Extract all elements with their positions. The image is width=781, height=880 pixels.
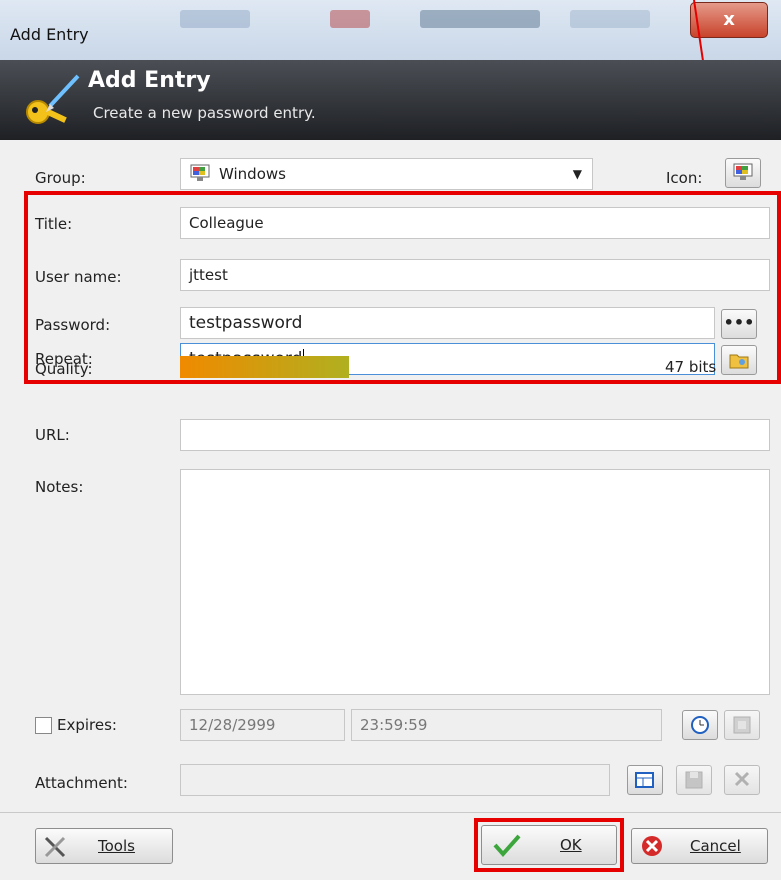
checkmark-icon (493, 834, 521, 858)
ok-label: OK (560, 836, 582, 854)
clock-icon (691, 716, 709, 734)
header-banner: Add Entry Create a new password entry. (0, 60, 781, 140)
key-pen-icon (26, 74, 80, 124)
group-select[interactable]: Windows ▼ (180, 158, 593, 190)
tools-icon (44, 836, 66, 858)
header-subtitle: Create a new password entry. (93, 104, 316, 122)
title-label: Title: (35, 215, 73, 233)
expires-presets-button[interactable] (682, 710, 718, 740)
password-generator-button[interactable] (721, 345, 757, 375)
expires-time-input[interactable]: 23:59:59 (351, 709, 662, 741)
monitor-icon (189, 163, 213, 193)
password-input[interactable]: testpassword (180, 307, 715, 339)
title-input[interactable]: Colleague (180, 207, 770, 239)
attachment-label: Attachment: (35, 774, 128, 792)
notes-label: Notes: (35, 478, 84, 496)
quality-bar (180, 356, 349, 378)
attachment-input[interactable] (180, 764, 610, 796)
group-value: Windows (219, 165, 286, 183)
password-label: Password: (35, 316, 111, 334)
url-input[interactable] (180, 419, 770, 451)
expires-checkbox[interactable] (35, 717, 52, 734)
toggle-password-button[interactable]: ••• (721, 309, 757, 339)
folder-key-icon (729, 354, 749, 369)
remove-icon (734, 771, 750, 787)
save-attachment-button[interactable] (676, 765, 712, 795)
notes-textarea[interactable] (180, 469, 770, 695)
header-title: Add Entry (88, 68, 211, 93)
group-label: Group: (35, 169, 86, 187)
quality-bits: 47 bits (665, 358, 717, 376)
quality-label: Quality: (35, 360, 93, 378)
url-label: URL: (35, 426, 70, 444)
icon-picker-button[interactable] (725, 158, 761, 188)
attach-file-button[interactable] (627, 765, 663, 795)
expires-date-input[interactable]: 12/28/2999 (180, 709, 345, 741)
username-label: User name: (35, 268, 122, 286)
tools-label: Tools (98, 837, 135, 855)
icon-label: Icon: (666, 169, 703, 187)
cancel-icon (642, 836, 662, 856)
monitor-icon (733, 163, 753, 180)
cancel-label: Cancel (690, 837, 741, 855)
expires-label: Expires: (57, 716, 117, 734)
save-icon (685, 771, 703, 789)
expires-calendar-button[interactable] (724, 710, 760, 740)
cancel-button[interactable]: Cancel (631, 828, 768, 864)
chevron-down-icon: ▼ (572, 167, 582, 181)
tools-button[interactable]: Tools (35, 828, 173, 864)
divider (0, 812, 781, 813)
remove-attachment-button[interactable] (724, 765, 760, 795)
attach-icon (635, 772, 654, 788)
username-input[interactable]: jttest (180, 259, 770, 291)
ok-button[interactable]: OK (481, 825, 617, 865)
calendar-icon (733, 716, 751, 734)
